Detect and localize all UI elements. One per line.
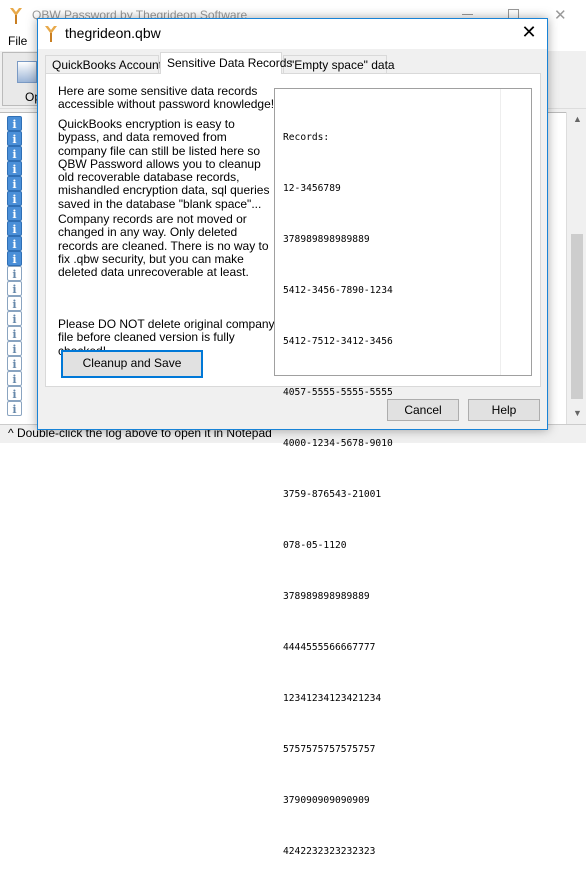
dialog-title-bar: thegrideon.qbw ✕ — [38, 19, 547, 49]
info-icon: i — [7, 176, 22, 191]
cleanup-and-save-button[interactable]: Cleanup and Save — [61, 350, 203, 378]
info-icon: i — [7, 161, 22, 176]
minimize-icon[interactable] — [462, 14, 473, 15]
dialog-title: thegrideon.qbw — [65, 25, 161, 41]
records-list: Records: 12-3456789 378989898989889 5412… — [283, 95, 393, 886]
record-item: 12341234123421234 — [283, 693, 382, 704]
close-icon[interactable]: ✕ — [554, 6, 567, 24]
info-icon: i — [7, 371, 22, 386]
dialog-close-icon[interactable]: ✕ — [518, 22, 540, 43]
tab-empty-space-data[interactable]: "Empty space" data — [283, 55, 395, 75]
record-item: 078-05-1120 — [283, 540, 347, 551]
info-icon: i — [7, 311, 22, 326]
records-dialog: thegrideon.qbw ✕ QuickBooks Accounts Sen… — [37, 18, 548, 857]
info-icon: i — [7, 356, 22, 371]
tab-quickbooks-accounts[interactable]: QuickBooks Accounts — [45, 55, 168, 75]
app-logo-icon — [45, 26, 57, 42]
help-button[interactable]: Help — [468, 399, 540, 421]
records-header: Records: — [283, 132, 330, 143]
scroll-thumb[interactable] — [571, 234, 583, 399]
info-icon: i — [7, 206, 22, 221]
intro-text: Here are some sensitive data records acc… — [58, 84, 275, 112]
record-item: 12-3456789 — [283, 183, 341, 194]
cancel-button[interactable]: Cancel — [387, 399, 459, 421]
menu-file[interactable]: File — [8, 34, 27, 48]
encryption-text: QuickBooks encryption is easy to bypass,… — [58, 117, 270, 211]
record-item: 4000-1234-5678-9010 — [283, 438, 393, 449]
info-icon: i — [7, 131, 22, 146]
record-item: 4057-5555-5555-5555 — [283, 387, 393, 398]
tab-panel: Here are some sensitive data records acc… — [45, 73, 541, 857]
info-icon: i — [7, 191, 22, 206]
record-item: 4444555566667777 — [283, 642, 376, 653]
records-info-text: Company records are not moved or changed… — [58, 212, 269, 280]
record-item: 379090909090909 — [283, 795, 370, 806]
info-icon: i — [7, 401, 22, 416]
scroll-down-icon[interactable]: ▼ — [573, 408, 582, 418]
app-logo-icon — [10, 8, 22, 24]
record-item: 378989898989889 — [283, 591, 370, 602]
info-icon: i — [7, 146, 22, 161]
info-icon: i — [7, 326, 22, 341]
info-icon: i — [7, 221, 22, 236]
log-scrollbar[interactable]: ▲ ▼ — [566, 112, 586, 424]
info-icon: i — [7, 251, 22, 266]
info-icon: i — [7, 116, 22, 131]
open-icon — [17, 61, 37, 83]
record-item: 5757575757575757 — [283, 744, 376, 755]
record-item: 378989898989889 — [283, 234, 370, 245]
info-icon: i — [7, 281, 22, 296]
info-icon: i — [7, 266, 22, 281]
record-item: 5412-7512-3412-3456 — [283, 336, 393, 347]
info-icon: i — [7, 296, 22, 311]
record-item: 4242232323232323 — [283, 846, 376, 857]
records-textbox[interactable]: Records: 12-3456789 378989898989889 5412… — [274, 88, 532, 857]
info-icon: i — [7, 341, 22, 356]
record-item: 5412-3456-7890-1234 — [283, 285, 393, 296]
records-scrollbar[interactable] — [500, 89, 531, 375]
tab-sensitive-data-records[interactable]: Sensitive Data Records — [160, 52, 292, 74]
info-icon: i — [7, 236, 22, 251]
record-item: 3759-876543-21001 — [283, 489, 382, 500]
info-icon: i — [7, 386, 22, 401]
scroll-up-icon[interactable]: ▲ — [573, 114, 582, 124]
